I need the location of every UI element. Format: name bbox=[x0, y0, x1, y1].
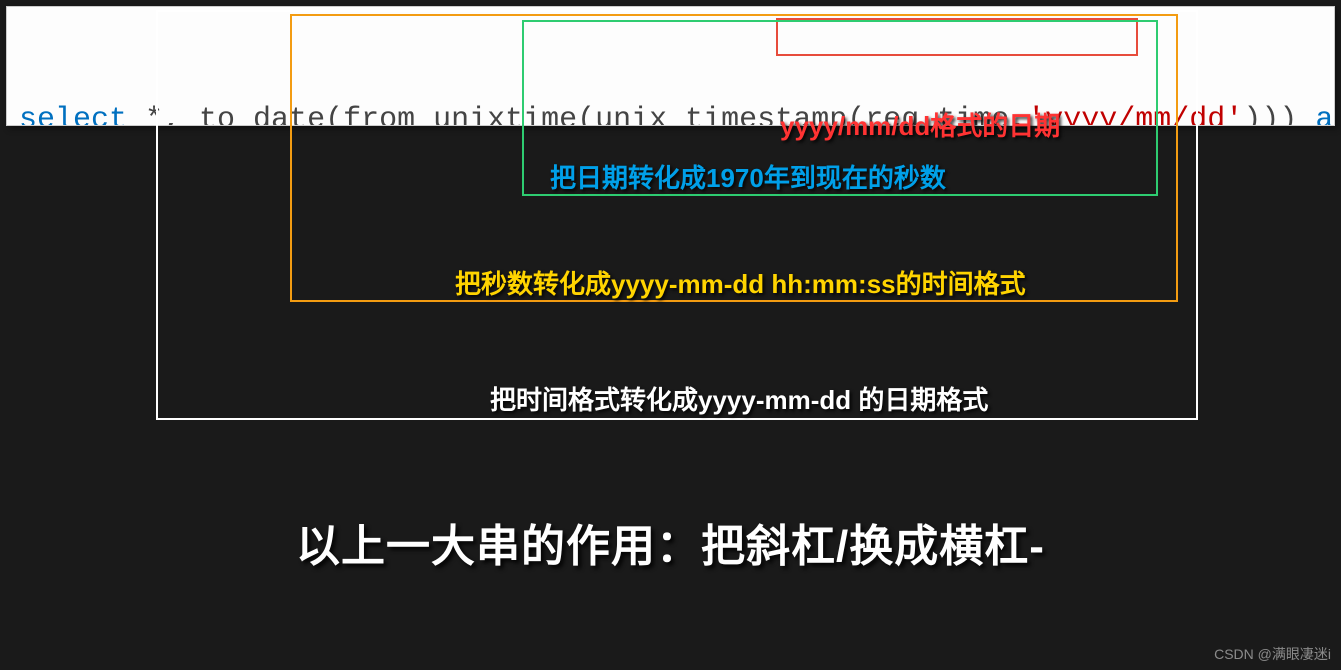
paren: ) bbox=[1279, 103, 1297, 126]
annotation-red: yyyy/mm/dd格式的日期 bbox=[780, 106, 1060, 143]
watermark-text: CSDN @满眼凄迷i bbox=[1214, 644, 1331, 664]
diagram-canvas: select *, to_date(from_unixtime(unix_tim… bbox=[0, 0, 1341, 670]
highlight-box-white bbox=[156, 10, 1198, 420]
summary-text: 以上一大串的作用：把斜杠/换成横杠- bbox=[0, 510, 1341, 574]
keyword-as: as bbox=[1297, 103, 1335, 126]
highlight-box-white-top bbox=[156, 10, 1198, 12]
annotation-white: 把时间格式转化成yyyy-mm-dd 的日期格式 bbox=[490, 380, 988, 417]
annotation-yellow: 把秒数转化成yyyy-mm-dd hh:mm:ss的时间格式 bbox=[455, 264, 1026, 301]
keyword-select: select bbox=[19, 103, 127, 126]
paren: ) bbox=[1243, 103, 1261, 126]
paren: ) bbox=[1261, 103, 1279, 126]
annotation-blue: 把日期转化成1970年到现在的秒数 bbox=[550, 158, 946, 195]
